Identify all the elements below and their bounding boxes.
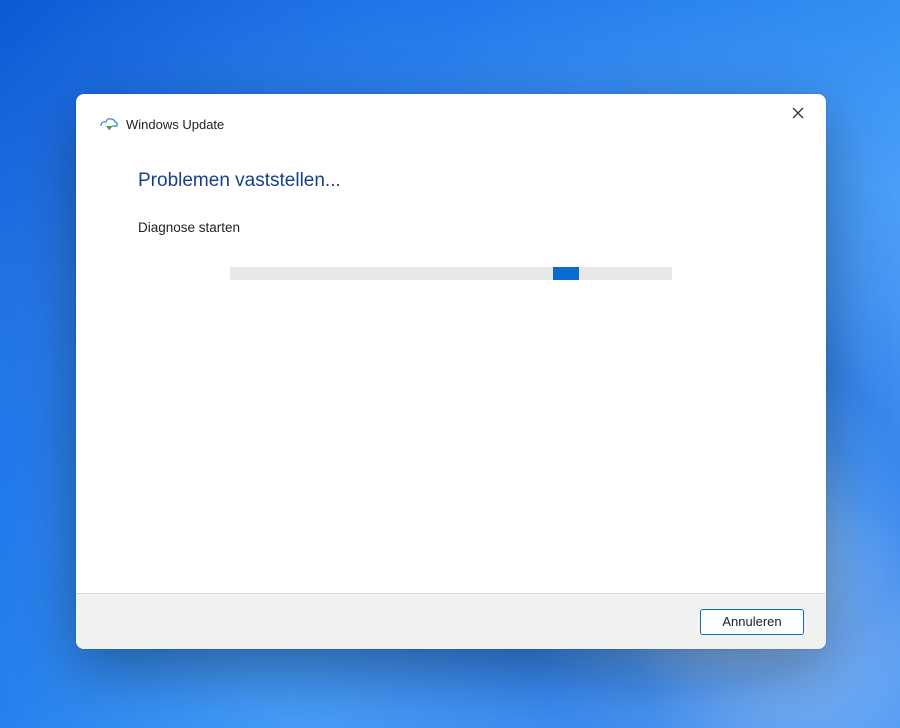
cancel-button[interactable]: Annuleren [700, 609, 804, 635]
content-subheading: Diagnose starten [138, 220, 764, 235]
content-heading: Problemen vaststellen... [138, 170, 764, 192]
close-button[interactable] [782, 99, 814, 131]
troubleshooter-dialog: Windows Update Problemen vaststellen... … [76, 94, 826, 649]
progress-bar [230, 267, 672, 280]
close-icon [792, 106, 804, 124]
windows-update-icon [100, 117, 118, 131]
dialog-footer: Annuleren [76, 593, 826, 649]
dialog-title: Windows Update [126, 117, 224, 132]
title-left-group: Windows Update [100, 117, 224, 132]
dialog-titlebar: Windows Update [76, 94, 826, 140]
progress-indicator [553, 267, 579, 280]
dialog-content: Problemen vaststellen... Diagnose starte… [76, 140, 826, 593]
